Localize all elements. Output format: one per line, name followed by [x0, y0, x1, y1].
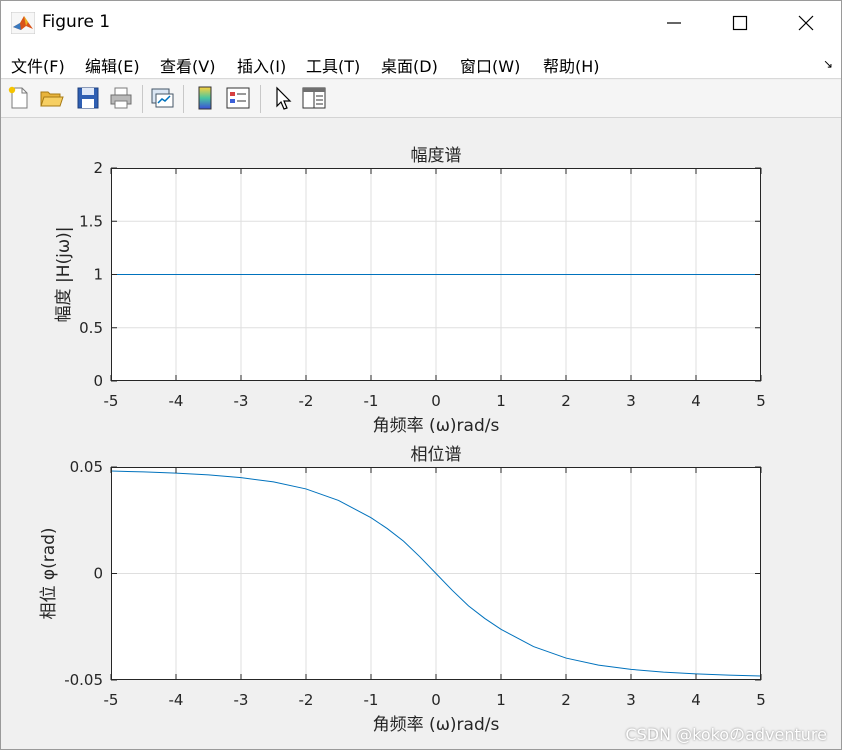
menu-file[interactable]: 文件(F) — [11, 53, 65, 77]
x-tick-label: -5 — [104, 691, 119, 709]
x-tick-label: -3 — [234, 392, 249, 410]
legend-icon[interactable] — [225, 85, 251, 111]
figure-canvas: -5 -4 -3 -2 -1 0 1 2 3 4 5 0 0.5 1 1.5 2 幅度谱角频率 (ω)rad/s… — [1, 119, 841, 750]
x-tick-label: 1 — [496, 691, 506, 709]
close-icon — [798, 15, 814, 31]
minimize-button[interactable] — [641, 1, 707, 45]
toolbar — [1, 80, 841, 118]
toolbar-separator — [260, 85, 261, 113]
x-tick-label: -1 — [364, 691, 379, 709]
cursor-icon[interactable] — [269, 85, 295, 111]
x-tick-label: 2 — [561, 691, 571, 709]
x-tick-label: -4 — [169, 691, 184, 709]
menu-view[interactable]: 查看(V) — [160, 53, 215, 77]
x-tick-label: 5 — [756, 392, 766, 410]
y-tick-label: 1.5 — [79, 212, 103, 230]
menu-desktop[interactable]: 桌面(D) — [381, 53, 438, 77]
figure-window: Figure 1 文件(F) 编辑(E) 查看(V) 插入(I) 工具(T) 桌… — [0, 0, 842, 750]
x-tick-label: -4 — [169, 392, 184, 410]
y-tick-label: 1 — [93, 266, 103, 284]
x-axis-label: 角频率 (ω)rad/s — [373, 416, 500, 436]
x-tick-label: 3 — [626, 691, 636, 709]
maximize-button[interactable] — [707, 1, 773, 45]
matlab-logo-icon — [11, 12, 35, 34]
maximize-icon — [732, 15, 748, 31]
y-axis-label: 相位 φ(rad) — [39, 527, 59, 619]
toolbar-separator — [142, 85, 143, 113]
minimize-icon — [667, 22, 681, 24]
link-plot-icon[interactable] — [149, 85, 175, 111]
x-tick-label: 4 — [691, 392, 701, 410]
axes-1: -5 -4 -3 -2 -1 0 1 2 3 4 5 0 0.5 1 1.5 2 幅度谱角频率 (ω)rad/s… — [54, 146, 766, 436]
y-axis-label: 幅度 |H(jω)| — [54, 227, 74, 323]
x-tick-label: -2 — [299, 392, 314, 410]
y-tick-label: 2 — [93, 159, 103, 177]
dock-arrow-icon[interactable]: ↘ — [823, 57, 833, 71]
x-tick-label: 5 — [756, 691, 766, 709]
x-tick-label: 4 — [691, 691, 701, 709]
menu-window[interactable]: 窗口(W) — [460, 53, 520, 77]
menu-help[interactable]: 帮助(H) — [543, 53, 600, 77]
y-tick-label: 0.05 — [70, 458, 103, 476]
x-tick-label: 0 — [431, 392, 441, 410]
x-tick-label: 2 — [561, 392, 571, 410]
x-tick-label: -1 — [364, 392, 379, 410]
x-tick-label: -5 — [104, 392, 119, 410]
chart-title: 幅度谱 — [411, 146, 462, 166]
x-tick-label: 1 — [496, 392, 506, 410]
menu-insert[interactable]: 插入(I) — [237, 53, 286, 77]
x-tick-label: 3 — [626, 392, 636, 410]
toolbar-separator — [183, 85, 184, 113]
chart-title: 相位谱 — [411, 445, 462, 465]
print-icon[interactable] — [108, 85, 134, 111]
menu-bar: 文件(F) 编辑(E) 查看(V) 插入(I) 工具(T) 桌面(D) 窗口(W… — [1, 45, 841, 79]
menu-tools[interactable]: 工具(T) — [306, 53, 360, 77]
axes-2: -5 -4 -3 -2 -1 0 1 2 3 4 5 -0.05 0 0.05 相位谱角频率 (ω)rad/… — [39, 445, 766, 735]
y-tick-label: 0 — [93, 372, 103, 390]
close-button[interactable] — [773, 1, 839, 45]
x-tick-label: 0 — [431, 691, 441, 709]
x-axis-label: 角频率 (ω)rad/s — [373, 715, 500, 735]
menu-edit[interactable]: 编辑(E) — [85, 53, 140, 77]
title-bar: Figure 1 — [1, 1, 841, 45]
y-tick-label: 0.5 — [79, 319, 103, 337]
watermark: CSDN @kokoのadventure — [625, 725, 827, 744]
x-tick-label: -3 — [234, 691, 249, 709]
property-inspector-icon[interactable] — [301, 85, 327, 111]
y-tick-label: 0 — [93, 565, 103, 583]
save-icon[interactable] — [75, 85, 101, 111]
plots-svg: -5 -4 -3 -2 -1 0 1 2 3 4 5 0 0.5 1 1.5 2 幅度谱角频率 (ω)rad/s… — [39, 146, 766, 735]
colorbar-icon[interactable] — [192, 85, 218, 111]
y-tick-label: -0.05 — [64, 671, 103, 689]
new-file-icon[interactable] — [6, 85, 32, 111]
x-tick-label: -2 — [299, 691, 314, 709]
window-title: Figure 1 — [42, 12, 111, 32]
open-folder-icon[interactable] — [39, 85, 65, 111]
